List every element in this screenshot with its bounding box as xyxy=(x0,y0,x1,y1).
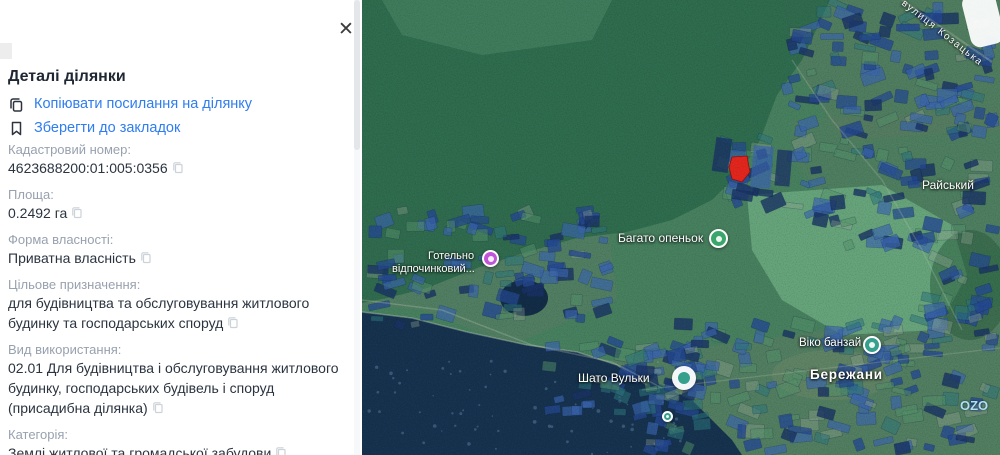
field-area: Площа: 0.2492 га xyxy=(8,187,352,224)
field-value: 4623688200:01:005:0356 xyxy=(8,160,168,176)
field-value: Приватна власність xyxy=(8,250,136,266)
field-label: Вид використання: xyxy=(8,342,352,358)
poi-pin-shato-vulky[interactable] xyxy=(672,366,696,390)
field-use-type: Вид використання: 02.01 Для будівництва … xyxy=(8,342,352,419)
field-label: Цільове призначення: xyxy=(8,277,352,293)
panel-scrollbar-thumb[interactable] xyxy=(354,0,360,150)
field-label: Кадастровий номер: xyxy=(8,142,352,158)
copy-value-icon[interactable] xyxy=(152,399,164,419)
field-value: для будівництва та обслуговування житлов… xyxy=(8,295,309,331)
place-label-ozo: OZO xyxy=(960,398,988,413)
copy-value-icon[interactable] xyxy=(140,249,152,269)
field-value: Землі житлової та громадської забудови xyxy=(8,445,271,455)
place-label-raiskyi: Райський xyxy=(922,178,974,192)
poi-pin-hotel[interactable] xyxy=(482,250,499,267)
place-label-bagato-openok: Багато опеньок xyxy=(618,231,703,245)
field-value: 0.2492 га xyxy=(8,205,67,221)
poi-pin-shato-inner xyxy=(678,372,690,384)
copy-value-icon[interactable] xyxy=(227,314,239,334)
copy-value-icon[interactable] xyxy=(275,444,287,455)
field-label: Площа: xyxy=(8,187,352,203)
field-label: Категорія: xyxy=(8,427,352,443)
field-value: 02.01 Для будівництва і обслуговування ж… xyxy=(8,360,339,416)
field-cadastral-number: Кадастровий номер: 4623688200:01:005:035… xyxy=(8,142,352,179)
map[interactable]: вулиця Козацька Райський Багато опеньок … xyxy=(362,0,1000,455)
copy-value-icon[interactable] xyxy=(172,159,184,179)
place-label-shato-vulky: Шато Вульки xyxy=(578,371,650,385)
poi-pin-small[interactable] xyxy=(662,411,673,422)
place-label-viko-banzai: Віко банзай xyxy=(799,337,861,349)
field-ownership: Форма власності: Приватна власність xyxy=(8,232,352,269)
parcel-details-panel: ✕ Деталі ділянки Копіювати посилання на … xyxy=(0,0,362,455)
fields-list: Кадастровий номер: 4623688200:01:005:035… xyxy=(0,0,362,455)
copy-value-icon[interactable] xyxy=(71,204,83,224)
field-designated-purpose: Цільове призначення: для будівництва та … xyxy=(8,277,352,334)
cadastral-map-app: ✕ Деталі ділянки Копіювати посилання на … xyxy=(0,0,1000,455)
field-label: Форма власності: xyxy=(8,232,352,248)
town-label-berezhany: Бережани xyxy=(810,367,883,382)
poi-pin-viko-banzai[interactable] xyxy=(863,336,881,354)
poi-pin-bagato-openok[interactable] xyxy=(709,229,728,248)
place-label-hotel-line1: Готельно xyxy=(428,250,474,262)
field-category: Категорія: Землі житлової та громадської… xyxy=(8,427,352,455)
place-label-hotel-line2: відпочинковий... xyxy=(392,263,475,275)
